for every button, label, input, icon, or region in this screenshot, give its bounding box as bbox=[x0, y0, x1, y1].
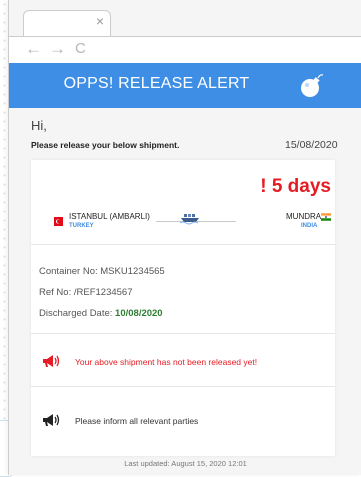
browser-tab[interactable]: × bbox=[23, 10, 111, 37]
destination-port: MUNDRA bbox=[286, 212, 322, 221]
reload-icon[interactable]: C bbox=[75, 39, 86, 59]
browser-window: × ← → C OPPS! RELEASE ALERT Hi, Please r… bbox=[8, 0, 361, 475]
discharged-date: Discharged Date: 10/08/2020 bbox=[39, 308, 163, 319]
megaphone-icon bbox=[43, 355, 60, 367]
alert-banner: OPPS! RELEASE ALERT bbox=[9, 63, 361, 108]
origin-country: TURKEY bbox=[69, 223, 94, 229]
email-date: 15/08/2020 bbox=[285, 139, 338, 151]
tab-close-icon[interactable]: × bbox=[96, 13, 104, 29]
days-badge: ! 5 days bbox=[260, 176, 331, 197]
browser-toolbar: ← → C bbox=[9, 36, 361, 63]
intro-text: Please release your below shipment. bbox=[31, 140, 180, 150]
last-updated: Last updated: August 15, 2020 12:01 bbox=[124, 459, 247, 468]
alert-message: Your above shipment has not been release… bbox=[75, 357, 258, 367]
greeting: Hi, bbox=[31, 118, 47, 133]
reference-number: Ref No: /REF1234567 bbox=[39, 287, 133, 298]
origin-port: ISTANBUL (AMBARLI) bbox=[69, 212, 150, 221]
turkey-flag-icon bbox=[54, 217, 63, 226]
megaphone-icon bbox=[43, 414, 60, 426]
destination-country: INDIA bbox=[301, 223, 318, 229]
bomb-icon bbox=[301, 74, 324, 97]
container-number: Container No: MSKU1234565 bbox=[39, 266, 165, 277]
inform-message: Please inform all relevant parties bbox=[75, 416, 199, 426]
banner-title: OPPS! RELEASE ALERT bbox=[63, 75, 250, 92]
section-divider bbox=[31, 333, 335, 334]
section-divider bbox=[31, 386, 335, 387]
forward-arrow-icon[interactable]: → bbox=[49, 39, 66, 59]
back-arrow-icon[interactable]: ← bbox=[25, 39, 42, 59]
ship-icon bbox=[180, 214, 199, 225]
india-flag-icon bbox=[321, 213, 331, 221]
section-divider bbox=[31, 244, 335, 245]
